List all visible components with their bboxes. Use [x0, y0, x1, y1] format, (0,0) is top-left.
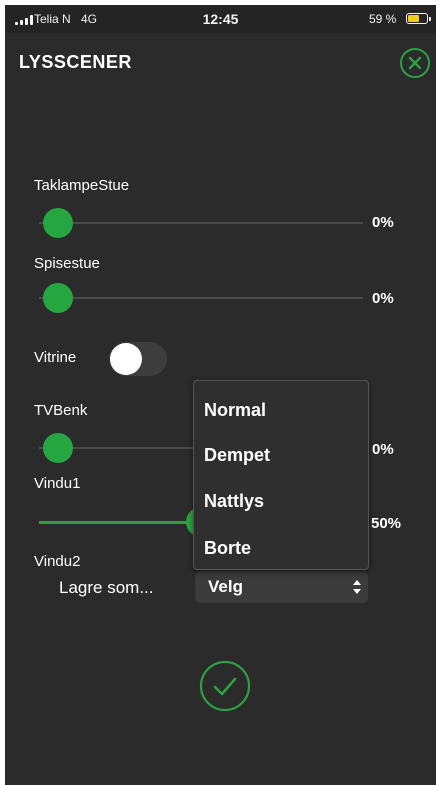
slider-thumb[interactable]	[43, 208, 73, 238]
light-label-vindu1: Vindu1	[34, 475, 81, 492]
select-arrows-icon	[353, 580, 361, 594]
battery-icon	[406, 13, 431, 24]
light-label-tvbenk: TVBenk	[34, 402, 88, 419]
confirm-button[interactable]	[199, 660, 251, 712]
dimmer-slider-taklampestue[interactable]	[39, 208, 363, 238]
close-circle-icon	[400, 48, 430, 78]
light-label-taklampestue: TaklampeStue	[34, 177, 130, 194]
checkmark-circle-icon	[199, 660, 251, 712]
light-label-spisestue: Spisestue	[34, 255, 100, 272]
slider-thumb[interactable]	[43, 283, 73, 313]
light-label-vindu2: Vindu2	[34, 553, 81, 570]
dimmer-value-tvbenk: 0%	[372, 441, 394, 458]
scene-dropdown-menu: Normal Dempet Nattlys Borte	[193, 380, 369, 570]
battery-tip	[429, 17, 431, 21]
slider-thumb[interactable]	[43, 433, 73, 463]
scene-select[interactable]: Velg	[195, 571, 368, 603]
save-as-label: Lagre som...	[59, 578, 154, 597]
close-button[interactable]	[399, 47, 431, 79]
scene-select-value: Velg	[208, 577, 243, 596]
slider-fill	[39, 521, 201, 524]
dropdown-option-dempet[interactable]: Dempet	[204, 445, 270, 466]
light-label-vitrine: Vitrine	[34, 349, 77, 366]
battery-percent: 59 %	[369, 12, 397, 26]
dropdown-option-normal[interactable]: Normal	[204, 400, 266, 421]
dimmer-value-vindu1: 50%	[371, 515, 402, 532]
dimmer-slider-spisestue[interactable]	[39, 283, 363, 313]
vitrine-toggle[interactable]	[109, 342, 167, 376]
app-screen: Telia N 4G 12:45 59 % LYSSCENER Taklampe…	[5, 5, 436, 785]
dropdown-option-nattlys[interactable]: Nattlys	[204, 491, 264, 512]
slider-track	[39, 297, 363, 299]
status-bar: Telia N 4G 12:45 59 %	[5, 5, 436, 33]
dimmer-value-spisestue: 0%	[372, 290, 394, 307]
dimmer-value-taklampestue: 0%	[372, 214, 394, 231]
toggle-knob	[110, 343, 142, 375]
page-title: LYSSCENER	[19, 52, 132, 72]
battery-level	[408, 15, 419, 22]
dropdown-option-borte[interactable]: Borte	[204, 538, 251, 559]
slider-track	[39, 222, 363, 224]
